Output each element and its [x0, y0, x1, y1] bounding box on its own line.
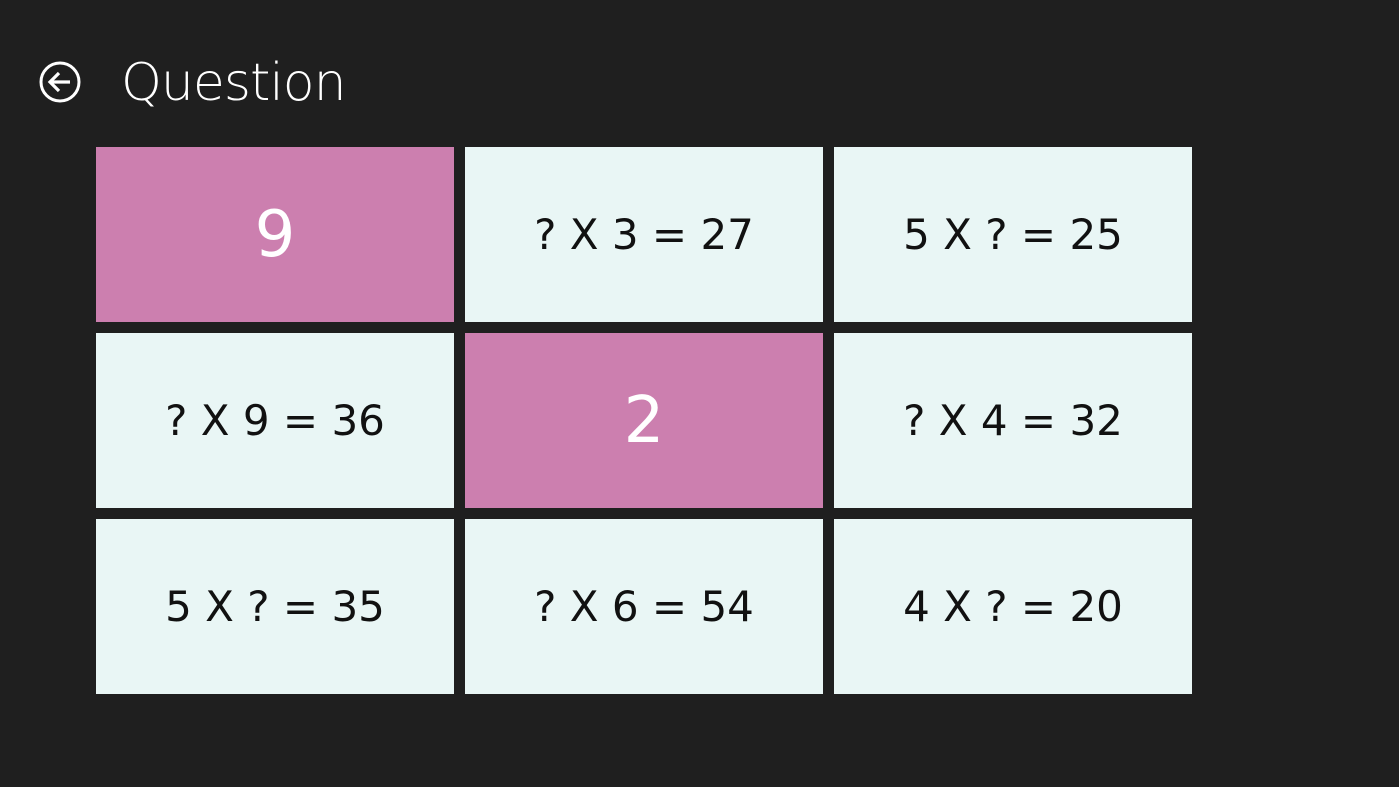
tile-text: ? X 4 = 32 — [903, 396, 1123, 445]
tile-text: ? X 3 = 27 — [534, 210, 754, 259]
tile[interactable]: ? X 9 = 36 — [96, 333, 454, 508]
tile[interactable]: 4 X ? = 20 — [834, 519, 1192, 694]
tile-text: 4 X ? = 20 — [903, 582, 1123, 631]
tile[interactable]: 5 X ? = 35 — [96, 519, 454, 694]
tile-text: ? X 6 = 54 — [534, 582, 754, 631]
back-button[interactable] — [39, 61, 81, 103]
tile[interactable]: ? X 6 = 54 — [465, 519, 823, 694]
tile-text: 9 — [254, 197, 296, 272]
page-header: Question — [0, 0, 1399, 140]
tile-text: 5 X ? = 25 — [903, 210, 1123, 259]
tile[interactable]: 5 X ? = 25 — [834, 147, 1192, 322]
back-arrow-circle-icon — [39, 61, 81, 103]
tile-text: 5 X ? = 35 — [165, 582, 385, 631]
tile-text: ? X 9 = 36 — [165, 396, 385, 445]
tile[interactable]: ? X 4 = 32 — [834, 333, 1192, 508]
page-title: Question — [121, 53, 347, 113]
tile[interactable]: ? X 3 = 27 — [465, 147, 823, 322]
tile-text: 2 — [623, 383, 665, 458]
question-grid: 9 ? X 3 = 27 5 X ? = 25 ? X 9 = 36 2 ? X… — [96, 147, 1192, 694]
tile[interactable]: 9 — [96, 147, 454, 322]
tile[interactable]: 2 — [465, 333, 823, 508]
